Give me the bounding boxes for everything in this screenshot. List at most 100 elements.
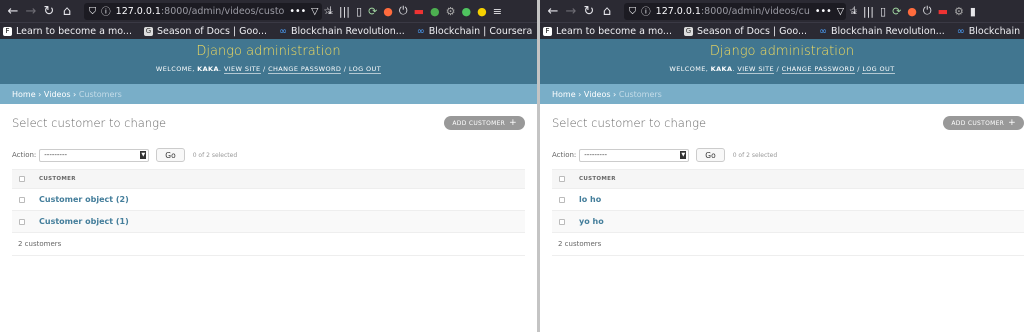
left-browser-window: ← → ↻ ⌂ ⛉ ⓘ 127.0.0.1:8000/admin/videos/…: [0, 0, 537, 332]
customer-link[interactable]: lo ho: [579, 195, 601, 204]
url-text: 127.0.0.1:8000/admin/videos/cu: [655, 5, 810, 17]
result-list: CUSTOMER Customer object (2) Customer ob…: [12, 169, 525, 256]
column-header-customer[interactable]: CUSTOMER: [39, 176, 76, 182]
customer-link[interactable]: yo ho: [579, 217, 604, 226]
change-password-link[interactable]: CHANGE PASSWORD: [781, 65, 855, 74]
change-password-link[interactable]: CHANGE PASSWORD: [268, 65, 342, 74]
bookmark-item[interactable]: ∞ Blockchain Revolution...: [819, 26, 945, 37]
select-all-checkbox[interactable]: [559, 176, 565, 182]
bookmark-item[interactable]: F Learn to become a mo...: [3, 26, 132, 37]
add-customer-button[interactable]: ADD CUSTOMER +: [444, 116, 525, 130]
plus-icon: +: [1008, 118, 1016, 128]
url-bar[interactable]: ⛉ ⓘ 127.0.0.1:8000/admin/videos/custo ••…: [84, 2, 332, 20]
extension-icon[interactable]: ●: [907, 5, 917, 18]
row-checkbox[interactable]: [19, 218, 25, 225]
customer-link[interactable]: Customer object (1): [39, 217, 129, 226]
add-customer-button[interactable]: ADD CUSTOMER +: [943, 116, 1024, 130]
selection-counter: 0 of 2 selected: [732, 151, 778, 159]
action-label: Action:: [552, 151, 577, 159]
user-tools: WELCOME, KAKA. VIEW SITE / CHANGE PASSWO…: [669, 65, 895, 74]
extension-icon[interactable]: ●: [383, 5, 393, 18]
coursera-icon: ∞: [279, 25, 287, 37]
back-icon[interactable]: ←: [544, 4, 562, 19]
log-out-link[interactable]: LOG OUT: [348, 65, 382, 74]
breadcrumb: Home › Videos › Customers: [540, 84, 1024, 104]
site-title[interactable]: Django administration: [540, 44, 1024, 59]
chevron-down-icon: ▼: [140, 151, 147, 159]
action-select[interactable]: --------- ▼: [39, 148, 150, 162]
bookmark-item[interactable]: F Learn to become a mo...: [543, 26, 672, 37]
log-out-link[interactable]: LOG OUT: [862, 65, 895, 74]
home-icon[interactable]: ⌂: [58, 4, 76, 19]
breadcrumb-home[interactable]: Home: [552, 90, 576, 99]
forward-icon[interactable]: →: [22, 4, 40, 19]
power-icon[interactable]: ⏻: [923, 4, 932, 18]
action-bar: Action: --------- ▼ Go 0 of 2 selected: [12, 148, 525, 162]
google-icon: G: [683, 26, 693, 36]
column-header-customer[interactable]: CUSTOMER: [579, 176, 616, 182]
bookmark-item[interactable]: ∞Blockchain | Coursera: [957, 26, 1024, 37]
select-all-checkbox[interactable]: [19, 176, 25, 182]
extension-icon[interactable]: ⚙: [446, 5, 456, 18]
back-icon[interactable]: ←: [4, 4, 22, 19]
row-checkbox[interactable]: [559, 218, 565, 225]
breadcrumb-videos[interactable]: Videos: [584, 90, 611, 99]
extension-icon[interactable]: ●: [461, 5, 471, 18]
shield-icon: ⛉: [629, 5, 637, 17]
view-site-link[interactable]: VIEW SITE: [737, 65, 775, 74]
url-bar[interactable]: ⛉ ⓘ 127.0.0.1:8000/admin/videos/cu ••• ▽…: [624, 2, 858, 20]
breadcrumb-home[interactable]: Home: [12, 90, 36, 99]
view-site-link[interactable]: VIEW SITE: [223, 65, 261, 74]
info-icon: ⓘ: [101, 7, 111, 18]
power-icon[interactable]: ⏻: [399, 4, 408, 18]
page-actions-icon[interactable]: •••: [289, 6, 306, 17]
downloads-icon[interactable]: ⤓: [852, 4, 857, 18]
browser-toolbar: ← → ↻ ⌂ ⛉ ⓘ 127.0.0.1:8000/admin/videos/…: [540, 0, 1024, 22]
breadcrumb-videos[interactable]: Videos: [44, 90, 71, 99]
pocket-icon[interactable]: ▽: [311, 6, 318, 17]
bookmarks-bar: F Learn to become a mo... G Season of Docs…: [0, 22, 537, 39]
page-actions-icon[interactable]: •••: [815, 6, 832, 17]
freecodecamp-icon: F: [543, 26, 552, 36]
library-icon[interactable]: |||: [339, 5, 350, 18]
bookmark-item[interactable]: ∞Blockchain | Coursera: [417, 26, 532, 37]
row-checkbox[interactable]: [559, 196, 565, 203]
action-select[interactable]: --------- ▼: [579, 148, 690, 162]
library-icon[interactable]: |||: [863, 5, 874, 18]
extension-icon[interactable]: ▬: [938, 5, 948, 18]
plus-icon: +: [509, 118, 517, 128]
extension-icon[interactable]: ⟳: [368, 5, 377, 18]
coursera-icon: ∞: [956, 25, 965, 37]
extension-icon[interactable]: ⚙: [954, 5, 964, 18]
extension-icon[interactable]: ●: [430, 5, 440, 18]
sidebar-icon[interactable]: ▯: [356, 5, 362, 18]
bookmark-item[interactable]: G Season of Docs | Goo...: [683, 26, 807, 37]
extension-icon[interactable]: ▮: [970, 5, 976, 18]
extension-icon[interactable]: ⟳: [892, 5, 901, 18]
home-icon[interactable]: ⌂: [598, 4, 616, 19]
pocket-icon[interactable]: ▽: [837, 6, 844, 17]
selection-counter: 0 of 2 selected: [192, 151, 238, 159]
table-row: yo ho: [552, 211, 1024, 233]
site-title[interactable]: Django administration: [0, 44, 537, 59]
breadcrumb-current: Customers: [78, 90, 122, 99]
go-button[interactable]: Go: [696, 148, 725, 162]
bookmark-item[interactable]: ∞ Blockchain Revolution...: [279, 26, 405, 37]
chevron-down-icon: ▼: [680, 151, 687, 159]
freecodecamp-icon: F: [3, 26, 12, 36]
forward-icon[interactable]: →: [562, 4, 580, 19]
sidebar-icon[interactable]: ▯: [880, 5, 886, 18]
extension-icon[interactable]: ●: [477, 5, 487, 18]
reload-icon[interactable]: ↻: [580, 4, 598, 19]
downloads-icon[interactable]: ⤓: [328, 4, 333, 18]
row-checkbox[interactable]: [19, 196, 25, 203]
breadcrumb: Home › Videos › Customers: [0, 84, 537, 104]
customer-link[interactable]: Customer object (2): [39, 195, 129, 204]
bookmark-item[interactable]: G Season of Docs | Goo...: [143, 26, 267, 37]
go-button[interactable]: Go: [156, 148, 185, 162]
extension-icon[interactable]: ▬: [414, 5, 424, 18]
reload-icon[interactable]: ↻: [40, 4, 58, 19]
bookmarks-bar: F Learn to become a mo... G Season of Docs…: [540, 22, 1024, 39]
menu-icon[interactable]: ≡: [493, 5, 502, 18]
action-label: Action:: [12, 151, 37, 159]
